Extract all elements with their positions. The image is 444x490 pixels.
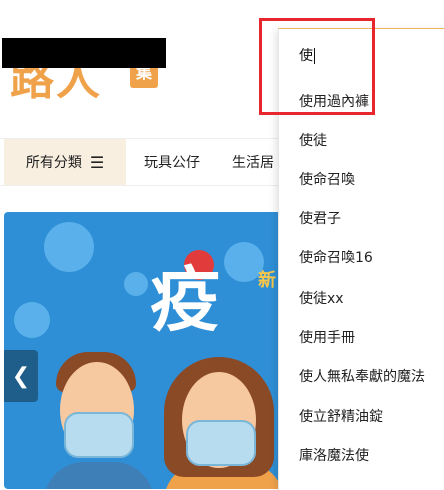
face-mask [64,412,134,458]
virus-decoration [44,222,94,272]
virus-decoration [14,302,50,338]
virus-decoration [124,272,148,296]
all-categories-button[interactable]: 所有分類 ☰ [4,139,126,185]
suggestion-item[interactable]: 使徒xx [299,288,344,308]
suggestion-item[interactable]: 使君子 [299,208,341,228]
suggestion-item[interactable]: 使人無私奉獻的魔法 [299,366,425,386]
suggestion-item[interactable]: 使命召喚 [299,169,355,189]
hamburger-icon: ☰ [89,152,105,172]
all-categories-label: 所有分類 [25,155,82,171]
banner-title: 疫 [150,259,220,341]
suggestion-item[interactable]: 庫洛魔法使 [299,445,369,465]
redacted-block [2,38,166,68]
nav-item-toys[interactable]: 玩具公仔 [144,139,200,185]
suggestion-item[interactable]: 使徒 [299,130,327,150]
nav-item-living[interactable]: 生活居 [232,139,274,185]
suggestion-item[interactable]: 使立舒精油錠 [299,406,383,426]
banner-subtitle: 新 [258,270,276,291]
suggestion-item[interactable]: 使命召喚16 [299,247,373,267]
carousel-prev-button[interactable]: ❮ [4,350,38,402]
face-mask [186,420,256,466]
person-shirt [44,462,154,489]
annotation-highlight-box [259,18,375,115]
suggestion-item[interactable]: 使用手冊 [299,327,355,347]
chevron-left-icon: ❮ [11,363,31,389]
